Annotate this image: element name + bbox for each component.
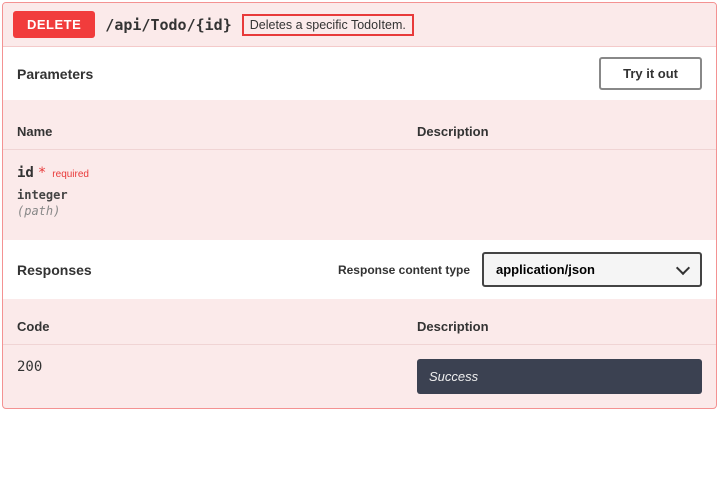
parameter-row: id * required integer (path) [3,150,716,240]
response-description-text: Success [429,369,478,384]
parameter-name-text: id [17,165,34,181]
operation-summary: Deletes a specific TodoItem. [242,14,414,36]
http-method-badge: DELETE [13,11,95,38]
parameter-in: (path) [17,204,702,218]
api-operation-panel: DELETE /api/Todo/{id} Deletes a specific… [2,2,717,409]
parameters-title: Parameters [17,66,93,82]
response-row: 200 Success [3,345,716,408]
col-header-name: Name [17,124,417,139]
try-it-out-button[interactable]: Try it out [599,57,702,90]
response-description-box: Success [417,359,702,394]
endpoint-path: /api/Todo/{id} [105,16,231,34]
parameters-table-header: Name Description [3,100,716,150]
required-label: required [52,169,89,180]
response-content-type-group: Response content type application/json [338,252,702,287]
response-content-type-value: application/json [496,262,595,277]
operation-header[interactable]: DELETE /api/Todo/{id} Deletes a specific… [3,3,716,47]
parameter-name: id * required [17,165,89,181]
responses-section-bar: Responses Response content type applicat… [3,240,716,299]
required-star-icon: * [38,165,46,181]
col-header-resp-description: Description [417,319,702,334]
response-code: 200 [17,359,417,375]
responses-title: Responses [17,262,92,278]
response-content-type-label: Response content type [338,263,470,277]
responses-table-header: Code Description [3,299,716,345]
parameter-type: integer [17,188,702,202]
parameters-section-bar: Parameters Try it out [3,47,716,100]
col-header-code: Code [17,319,417,334]
response-content-type-select[interactable]: application/json [482,252,702,287]
col-header-description: Description [417,124,702,139]
